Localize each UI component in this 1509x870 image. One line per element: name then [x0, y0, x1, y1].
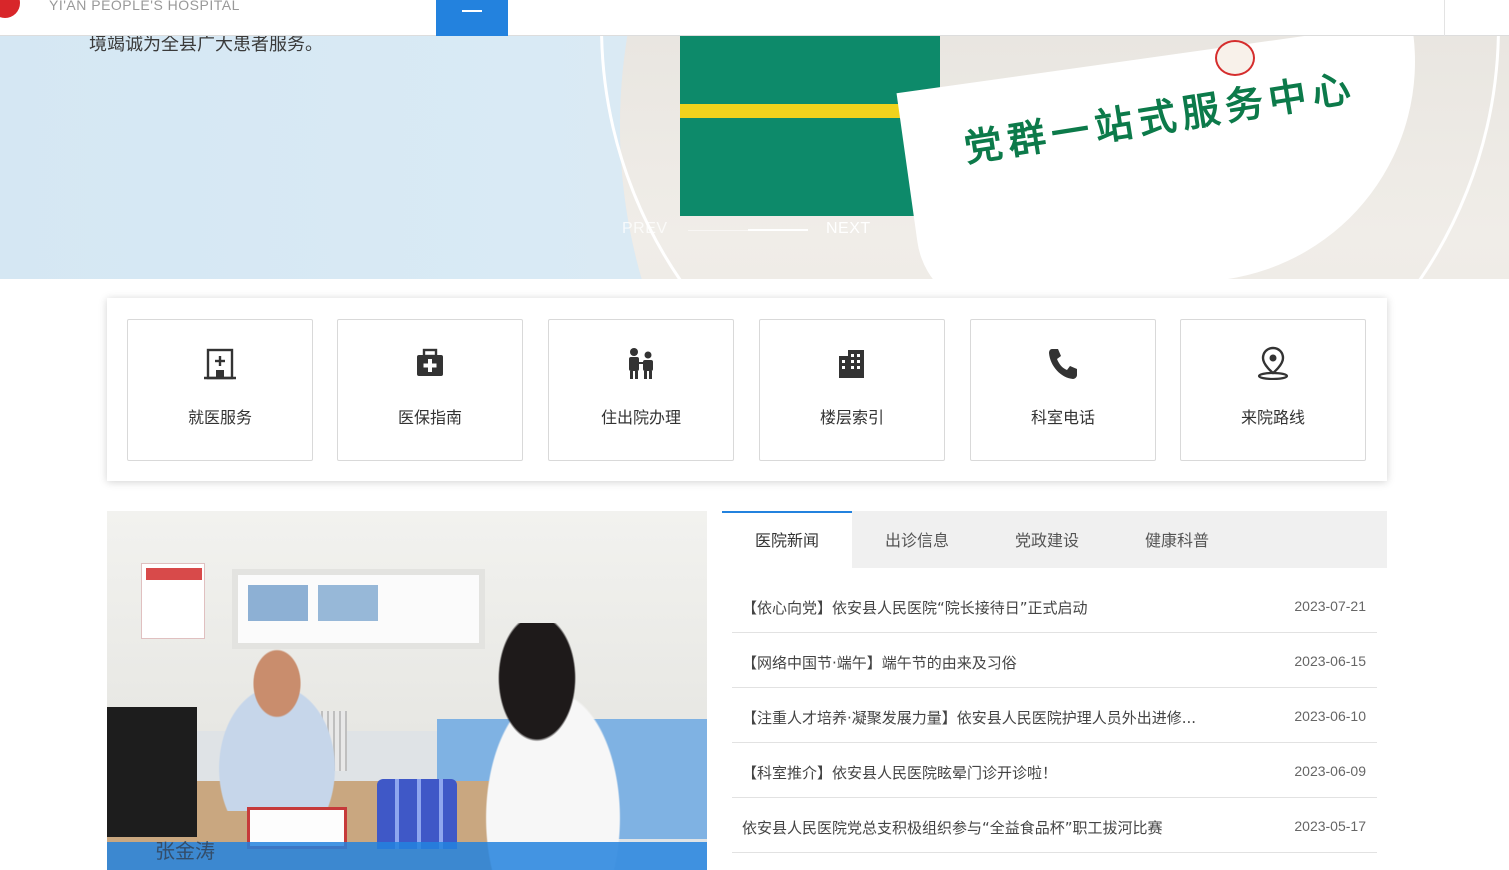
- poster-header: [146, 568, 202, 580]
- water-bottles: [377, 779, 457, 849]
- featured-news-photo[interactable]: 张金涛: [107, 511, 707, 870]
- news-item[interactable]: 【依心向党】依安县人民医院“院长接待日”正式启动 2023-07-21: [732, 578, 1377, 633]
- news-title[interactable]: 【科室推介】依安县人民医院眩晕门诊开诊啦！: [742, 762, 1242, 783]
- service-card-floor-index[interactable]: 楼层索引: [759, 319, 945, 461]
- patient-figure: [457, 623, 657, 870]
- logo-subtitle: YI'AN PEOPLE'S HOSPITAL: [49, 0, 240, 13]
- service-card-admission[interactable]: 住出院办理: [548, 319, 734, 461]
- news-date: 2023-07-21: [1294, 598, 1366, 614]
- photo-caption: 张金涛: [155, 839, 215, 863]
- doctor-figure: [187, 641, 367, 811]
- news-title[interactable]: 【依心向党】依安县人民医院“院长接待日”正式启动: [742, 597, 1242, 618]
- news-item[interactable]: 【科室推介】依安县人民医院眩晕门诊开诊啦！ 2023-06-09: [732, 743, 1377, 798]
- quick-services-panel: 就医服务 医保指南 住出院办理 楼层索引 科室电话 来院路线: [107, 298, 1387, 481]
- hospital-building-icon: [204, 348, 236, 380]
- service-label: 医保指南: [397, 408, 462, 427]
- photo-window: [232, 569, 485, 649]
- news-item[interactable]: 依安县人民医院党总支积极组织参与“全益食品杯”职工拔河比赛 2023-05-17: [732, 798, 1377, 853]
- slider-prev-button[interactable]: PREV: [622, 220, 668, 238]
- window-pane: [248, 585, 308, 621]
- news-title[interactable]: 依安县人民医院党总支积极组织参与“全益食品杯”职工拔河比赛: [742, 817, 1242, 838]
- medical-kit-icon: [417, 348, 443, 376]
- news-date: 2023-05-17: [1294, 818, 1366, 834]
- tab-hospital-news[interactable]: 医院新闻: [722, 511, 852, 568]
- service-card-insurance[interactable]: 医保指南: [337, 319, 523, 461]
- news-title[interactable]: 【网络中国节·端午】端午节的由来及习俗: [742, 652, 1242, 673]
- hospital-logo-icon[interactable]: [0, 0, 20, 18]
- banner-caption: 境竭诚为全县广大患者服务。: [89, 36, 323, 55]
- service-label: 科室电话: [1030, 408, 1095, 427]
- news-date: 2023-06-15: [1294, 653, 1366, 669]
- service-label: 楼层索引: [819, 408, 884, 427]
- patients-icon: [629, 348, 653, 379]
- news-list: 【依心向党】依安县人民医院“院长接待日”正式启动 2023-07-21 【网络中…: [732, 578, 1377, 853]
- service-label: 住出院办理: [600, 408, 681, 427]
- hero-banner: 境竭诚为全县广大患者服务。 党群一站式服务中心 PREV NEXT: [0, 36, 1509, 279]
- service-card-route[interactable]: 来院路线: [1180, 319, 1366, 461]
- news-date: 2023-06-10: [1294, 708, 1366, 724]
- news-date: 2023-06-09: [1294, 763, 1366, 779]
- tab-party-building[interactable]: 党政建设: [982, 511, 1112, 568]
- slider-next-button[interactable]: NEXT: [826, 220, 871, 238]
- location-pin-icon: [1257, 346, 1289, 380]
- menu-button[interactable]: [436, 0, 508, 36]
- tab-health-science[interactable]: 健康科普: [1112, 511, 1242, 568]
- service-label: 就医服务: [187, 408, 252, 427]
- menu-icon: [462, 10, 482, 12]
- tab-clinic-info[interactable]: 出诊信息: [852, 511, 982, 568]
- building-floors-icon: [839, 350, 864, 378]
- news-tabs: 医院新闻 出诊信息 党政建设 健康科普: [722, 511, 1387, 568]
- phone-icon: [1049, 349, 1077, 379]
- slider-nav: PREV NEXT: [622, 220, 882, 242]
- news-item[interactable]: 【注重人才培养·凝聚发展力量】依安县人民医院护理人员外出进修... 2023-0…: [732, 688, 1377, 743]
- monitor: [107, 707, 197, 837]
- no-smoking-poster: [141, 563, 205, 639]
- service-label: 来院路线: [1240, 408, 1305, 427]
- service-card-medical[interactable]: 就医服务: [127, 319, 313, 461]
- news-item[interactable]: 【网络中国节·端午】端午节的由来及习俗 2023-06-15: [732, 633, 1377, 688]
- slider-progress: [748, 229, 808, 231]
- window-pane: [318, 585, 378, 621]
- header-divider: [1444, 0, 1445, 36]
- service-card-phone[interactable]: 科室电话: [970, 319, 1156, 461]
- site-header: YI'AN PEOPLE'S HOSPITAL: [0, 0, 1509, 36]
- party-emblem-icon: [1215, 40, 1255, 76]
- news-title[interactable]: 【注重人才培养·凝聚发展力量】依安县人民医院护理人员外出进修...: [742, 707, 1242, 728]
